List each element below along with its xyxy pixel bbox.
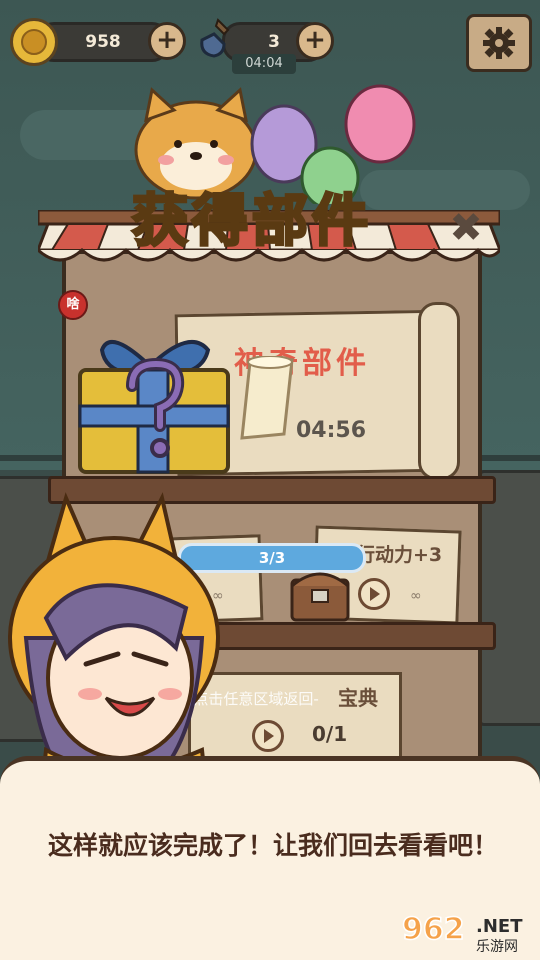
watermark-subtitle: 乐游网 bbox=[476, 939, 518, 955]
bottom-task-count: 0/1 bbox=[312, 722, 348, 746]
add-shovels-button[interactable]: + bbox=[296, 22, 334, 60]
settings-button[interactable] bbox=[466, 14, 532, 72]
infinity-right: ∞ bbox=[410, 588, 422, 604]
close-button[interactable]: ✖ bbox=[444, 206, 488, 250]
bottom-task-label: 宝典 bbox=[338, 686, 378, 710]
watermark-suffix: .NET bbox=[476, 916, 523, 937]
dialog-text: 这样就应该完成了！让我们回去看看吧！ bbox=[48, 831, 499, 860]
scroll-edge bbox=[418, 302, 460, 480]
play-button[interactable] bbox=[252, 720, 284, 752]
energy-timer: 04:04 bbox=[232, 54, 296, 74]
mystery-gift-box[interactable] bbox=[74, 330, 234, 480]
shovel-value: 3 bbox=[268, 32, 280, 52]
fox-girl-character bbox=[8, 492, 220, 788]
badge-icon: 啥 bbox=[58, 290, 88, 320]
play-button[interactable] bbox=[358, 578, 390, 610]
gear-icon bbox=[483, 27, 515, 59]
coin-icon bbox=[10, 18, 58, 66]
add-coins-button[interactable]: + bbox=[148, 22, 186, 60]
watermark-logo: 962 bbox=[401, 911, 465, 948]
action-power-label: 行动力+3 bbox=[356, 544, 443, 566]
reward-timer: 04:56 bbox=[296, 418, 367, 443]
side-building bbox=[478, 470, 540, 726]
popup-title: 获得部件 bbox=[131, 188, 372, 256]
treasure-chest-icon bbox=[290, 572, 350, 622]
scroll-icon bbox=[240, 356, 294, 440]
game-scene[interactable]: 958 + 3 + 04:04 ✖ 啥 神奇部件 04:56 ∞ 行动力+3 ∞… bbox=[0, 0, 540, 960]
coin-value: 958 bbox=[85, 32, 121, 52]
